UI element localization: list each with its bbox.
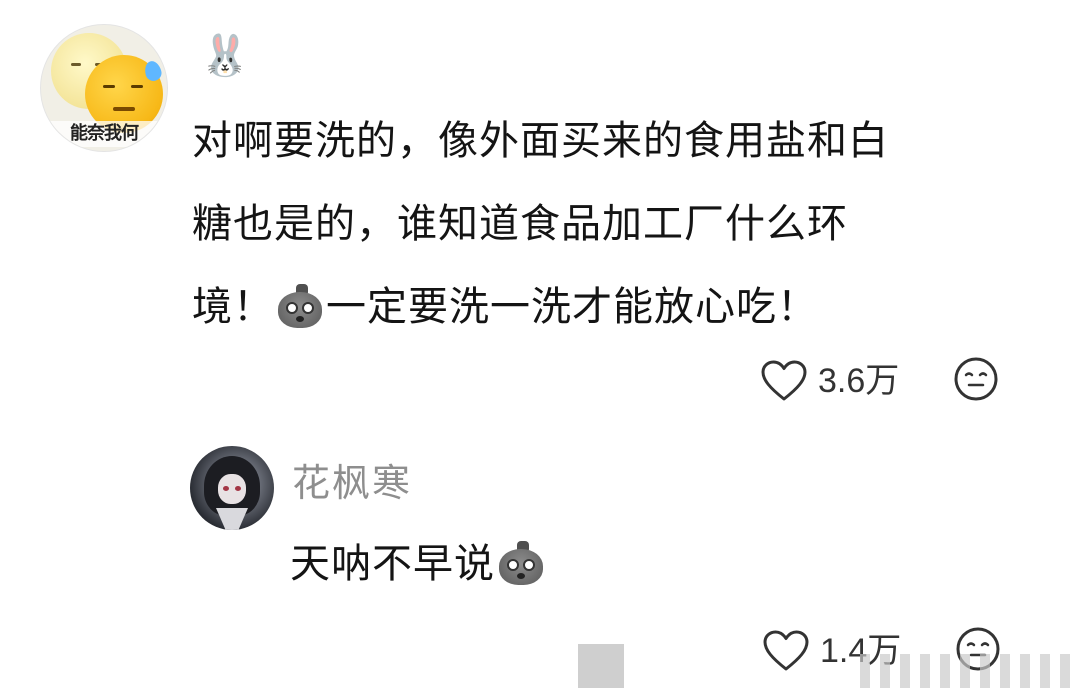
avatar-caption: 能奈我何: [41, 121, 167, 147]
comment-actions: 3.6万: [760, 356, 999, 406]
watermark-strip: [860, 654, 1076, 688]
reply-avatar[interactable]: [190, 446, 274, 530]
username-rabbit-icon[interactable]: 🐰: [200, 28, 250, 84]
watermark-block: [578, 644, 624, 688]
reply-text: 天呐不早说: [290, 536, 547, 592]
comment-text: 对啊要洗的，像外面买来的食用盐和白 糖也是的，谁知道食品加工厂什么环 境！ 一定要…: [192, 100, 1052, 349]
crying-bag-sticker-icon: [497, 541, 545, 585]
like-count: 3.6万: [818, 362, 900, 400]
like-button[interactable]: 3.6万: [760, 359, 899, 403]
reply-username[interactable]: 花枫寒: [292, 456, 412, 510]
avatar[interactable]: 能奈我何: [40, 24, 168, 152]
reply-text-content: 天呐不早说: [290, 541, 495, 587]
heart-icon: [761, 360, 807, 401]
comment-text-segment: 一定要洗一洗才能放心吃！: [326, 284, 818, 330]
comment-text-line: 对啊要洗的，像外面买来的食用盐和白: [192, 118, 889, 164]
emoji-react-button[interactable]: [953, 356, 999, 406]
comment-text-line: 糖也是的，谁知道食品加工厂什么环: [192, 201, 848, 247]
comment-text-segment: 境！: [192, 284, 274, 330]
comment-text-line: 境！ 一定要洗一洗才能放心吃！: [192, 266, 1052, 349]
neutral-face-icon: [954, 357, 998, 401]
crying-bag-sticker-icon: [276, 284, 324, 328]
heart-icon: [763, 630, 809, 671]
